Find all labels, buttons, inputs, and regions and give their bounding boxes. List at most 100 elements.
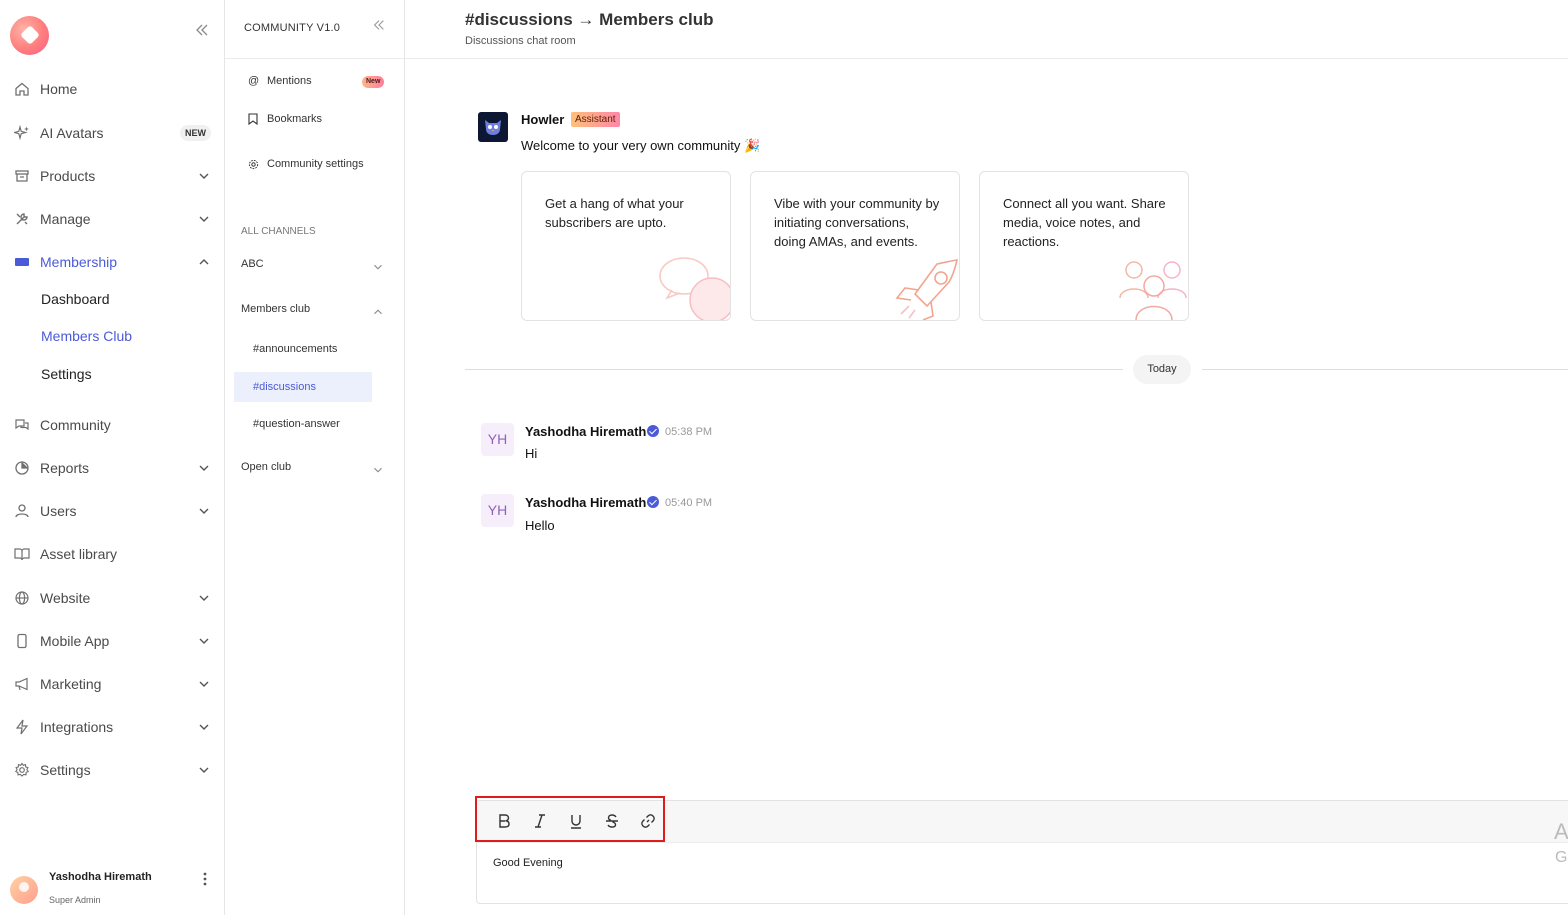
avatar[interactable]: YH [481, 494, 514, 527]
sidebar-item-label: Manage [40, 211, 91, 227]
chevron-down-icon [199, 681, 209, 687]
sidebar-item-reports[interactable]: Reports [0, 448, 224, 488]
sidebar-item-asset-library[interactable]: Asset library [0, 534, 224, 574]
underline-button[interactable] [565, 810, 587, 832]
channel-group-members-club[interactable]: Members club [241, 303, 391, 323]
sidebar-subitem-settings[interactable]: Settings [41, 366, 92, 382]
chevron-up-icon [199, 259, 209, 265]
avatar[interactable]: YH [481, 423, 514, 456]
message-author[interactable]: Yashodha Hiremath [525, 495, 646, 510]
sidebar-item-integrations[interactable]: Integrations [0, 707, 224, 747]
card-text: Connect all you want. Share media, voice… [1003, 196, 1166, 249]
globe-icon [13, 589, 31, 607]
archive-box-icon [13, 167, 31, 185]
sidebar-subitem-dashboard[interactable]: Dashboard [41, 291, 110, 307]
home-icon [13, 80, 31, 98]
mentions-item[interactable]: @ Mentions [248, 71, 312, 91]
collapse-sidebar-icon[interactable] [192, 22, 212, 42]
sidebar-item-label: Marketing [40, 676, 102, 692]
bot-message: Welcome to your very own community 🎉 [521, 138, 761, 153]
feature-card: Vibe with your community by initiating c… [750, 171, 960, 321]
sidebar-item-users[interactable]: Users [0, 491, 224, 531]
bookmark-icon [248, 113, 262, 125]
community-panel: COMMUNITY V1.0 @ Mentions New Bookmarks … [225, 0, 405, 915]
chat-header: #discussions → Members club Discussions … [405, 0, 1568, 59]
rocket-icon [895, 259, 959, 320]
chevron-down-icon [199, 216, 209, 222]
lightning-icon [13, 718, 31, 736]
sidebar-item-label: AI Avatars [40, 125, 104, 141]
group-label: Members club [241, 303, 311, 315]
sidebar-item-label: Settings [40, 762, 91, 778]
chevron-up-icon [374, 309, 382, 315]
sidebar-item-settings[interactable]: Settings [0, 750, 224, 790]
avatar[interactable] [10, 876, 38, 904]
chevron-down-icon [374, 264, 382, 270]
chevron-down-icon [374, 467, 382, 473]
message-text: Hello [525, 518, 555, 533]
channel-question-answer[interactable]: #question-answer [234, 409, 372, 439]
strikethrough-button[interactable] [601, 810, 623, 832]
sidebar-item-label: Membership [40, 254, 118, 270]
link-button[interactable] [637, 810, 659, 832]
app-logo[interactable] [10, 16, 49, 55]
sidebar-item-label: Reports [40, 460, 90, 476]
megaphone-icon [13, 675, 31, 693]
channel-group-abc[interactable]: ABC [241, 258, 391, 278]
sidebar-item-membership[interactable]: Membership [0, 242, 224, 282]
sidebar-item-mobile-app[interactable]: Mobile App [0, 621, 224, 661]
feature-card: Get a hang of what your subscribers are … [521, 171, 731, 321]
channel-group-open-club[interactable]: Open club [241, 461, 391, 481]
sidebar-item-website[interactable]: Website [0, 578, 224, 618]
chat-main: #discussions → Members club Discussions … [405, 0, 1568, 915]
mentions-label: Mentions [267, 75, 312, 87]
chat-bubbles-icon [13, 416, 31, 434]
italic-button[interactable] [529, 810, 551, 832]
sidebar-item-label: Home [40, 81, 78, 97]
community-title: COMMUNITY V1.0 [244, 22, 341, 34]
page-title: #discussions → Members club [465, 10, 714, 29]
book-icon [13, 545, 31, 563]
collapse-panel-icon[interactable] [370, 18, 388, 36]
sidebar-subitem-members-club[interactable]: Members Club [41, 328, 132, 344]
sidebar-item-products[interactable]: Products [0, 156, 224, 196]
bookmarks-item[interactable]: Bookmarks [248, 109, 322, 129]
chevron-down-icon [199, 465, 209, 471]
people-icon [1119, 261, 1187, 320]
bot-avatar [478, 112, 508, 142]
new-badge: NEW [180, 125, 211, 141]
channel-discussions[interactable]: #discussions [234, 372, 372, 402]
sidebar-item-community[interactable]: Community [0, 405, 224, 445]
chevron-down-icon [199, 508, 209, 514]
chevron-down-icon [199, 173, 209, 179]
sidebar-item-manage[interactable]: Manage [0, 199, 224, 239]
tools-icon [13, 210, 31, 228]
bold-button[interactable] [493, 810, 515, 832]
message-author[interactable]: Yashodha Hiremath [525, 424, 646, 439]
channel-announcements[interactable]: #announcements [234, 334, 372, 364]
group-label: ABC [241, 258, 264, 270]
owl-icon [485, 120, 501, 135]
bookmarks-label: Bookmarks [267, 113, 323, 125]
format-toolbar [475, 796, 665, 842]
user-icon [13, 502, 31, 520]
chat-bubbles-icon [659, 257, 730, 320]
date-divider: Today [1133, 355, 1191, 384]
sidebar-item-marketing[interactable]: Marketing [0, 664, 224, 704]
chevron-down-icon [199, 638, 209, 644]
sidebar-item-label: Integrations [40, 719, 114, 735]
gear-icon [248, 159, 262, 170]
sidebar-item-ai-avatars[interactable]: AI Avatars NEW [0, 113, 224, 153]
main-sidebar: Home AI Avatars NEW Products Manage Memb… [0, 0, 225, 915]
sidebar-item-home[interactable]: Home [0, 69, 224, 109]
composer-side-text: A [1554, 819, 1568, 844]
more-vertical-icon[interactable] [198, 872, 212, 890]
verified-icon [647, 496, 659, 508]
link-icon [641, 814, 655, 828]
pie-chart-icon [13, 459, 31, 477]
gear-icon [13, 761, 31, 779]
message-time: 05:38 PM [665, 426, 713, 438]
sparkle-icon [13, 124, 31, 142]
message-input[interactable]: Good Evening [493, 857, 563, 869]
community-settings-item[interactable]: Community settings [248, 154, 364, 174]
